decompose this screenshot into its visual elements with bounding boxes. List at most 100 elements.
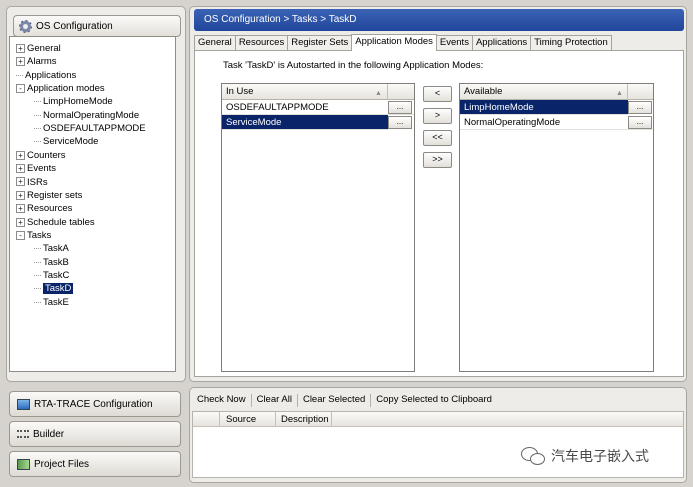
tree-item-label: TaskB: [43, 256, 69, 268]
tab-resources[interactable]: Resources: [234, 35, 289, 51]
tree-item[interactable]: + Register sets: [16, 189, 82, 202]
clear-selected-button[interactable]: Clear Selected: [298, 392, 370, 408]
tree-item[interactable]: + General: [16, 42, 61, 55]
wechat-icon: [521, 447, 545, 465]
watermark: 汽车电子嵌入式: [521, 446, 649, 466]
tree-item[interactable]: + Counters: [16, 149, 66, 162]
tree-item-label: LimpHomeMode: [43, 96, 113, 108]
move-left-button[interactable]: <: [423, 86, 452, 102]
check-now-button[interactable]: Check Now: [192, 392, 251, 408]
tree-item-label: Resources: [27, 203, 73, 215]
tab-strip: General Resources Register Sets Applicat…: [194, 34, 612, 51]
expand-icon[interactable]: +: [16, 57, 25, 67]
column-divider: [331, 412, 332, 427]
autostart-description: Task 'TaskD' is Autostarted in the follo…: [223, 60, 484, 71]
left-header-label: OS Configuration: [36, 20, 113, 32]
tree-item[interactable]: TaskA: [34, 242, 69, 255]
in-use-header-label: In Use: [226, 86, 254, 97]
tab-register-sets[interactable]: Register Sets: [287, 35, 353, 51]
tree-item[interactable]: TaskC: [34, 269, 69, 282]
configuration-tree[interactable]: + General + Alarms Applications - Application …: [9, 36, 176, 372]
collapse-icon[interactable]: -: [16, 84, 25, 94]
in-use-row[interactable]: OSDEFAULTAPPMODE ...: [222, 100, 414, 115]
tree-item-label: Alarms: [27, 56, 57, 68]
tab-timing-protection[interactable]: Timing Protection: [530, 35, 612, 51]
tree-item[interactable]: LimpHomeMode: [34, 95, 113, 108]
tree-item[interactable]: + ISRs: [16, 176, 48, 189]
tree-item[interactable]: NormalOperatingMode: [34, 109, 139, 122]
expand-icon[interactable]: +: [16, 190, 25, 200]
watermark-text: 汽车电子嵌入式: [551, 448, 649, 464]
tree-item[interactable]: TaskE: [34, 296, 69, 309]
tree-item[interactable]: + Alarms: [16, 55, 57, 68]
results-grid-header: Source Description: [193, 412, 683, 427]
tree-item-label: Applications: [25, 69, 77, 81]
in-use-list[interactable]: In Use ▲ OSDEFAULTAPPMODE ... ServiceMod…: [221, 83, 415, 372]
tree-connector: [34, 128, 41, 130]
tree-item[interactable]: + Schedule tables: [16, 216, 95, 229]
tree-item[interactable]: + Resources: [16, 202, 72, 215]
tree-connector: [34, 301, 41, 303]
tab-general[interactable]: General: [194, 35, 236, 51]
available-header[interactable]: Available ▲: [460, 84, 653, 100]
tree-item[interactable]: - Tasks: [16, 229, 51, 242]
tree-connector: [34, 101, 41, 103]
tree-connector: [34, 261, 41, 263]
files-icon: [17, 458, 30, 470]
tree-item-label: ServiceMode: [43, 136, 99, 148]
tree-item[interactable]: - Application modes: [16, 82, 105, 95]
ellipsis-button[interactable]: ...: [388, 101, 412, 114]
tree-item-label: Schedule tables: [27, 216, 95, 228]
builder-button[interactable]: Builder: [9, 421, 181, 447]
expand-icon[interactable]: +: [16, 177, 25, 187]
tab-events[interactable]: Events: [435, 35, 473, 51]
column-divider: [387, 84, 388, 100]
nav-label: Builder: [33, 428, 65, 440]
tree-item[interactable]: Applications: [16, 69, 76, 82]
row-label: LimpHomeMode: [464, 102, 534, 113]
copy-selected-button[interactable]: Copy Selected to Clipboard: [371, 392, 497, 408]
tree-item-label: Counters: [27, 149, 66, 161]
collapse-icon[interactable]: -: [16, 230, 25, 240]
in-use-row[interactable]: ServiceMode: [222, 115, 388, 130]
expand-icon[interactable]: +: [16, 150, 25, 160]
tree-connector: [34, 288, 41, 290]
tree-item[interactable]: ServiceMode: [34, 135, 98, 148]
tree-item[interactable]: + Events: [16, 162, 56, 175]
tree-connector: [34, 248, 41, 250]
expand-icon[interactable]: +: [16, 217, 25, 227]
tree-item[interactable]: TaskD: [34, 282, 74, 295]
ellipsis-button[interactable]: ...: [628, 116, 652, 129]
project-files-button[interactable]: Project Files: [9, 451, 181, 477]
check-toolbar: Check Now Clear All Clear Selected Copy …: [192, 391, 497, 409]
ellipsis-button[interactable]: ...: [388, 116, 412, 129]
source-column-header[interactable]: Source: [226, 412, 256, 427]
available-row[interactable]: LimpHomeMode: [460, 100, 628, 115]
available-list[interactable]: Available ▲ LimpHomeMode ... NormalOpera…: [459, 83, 654, 372]
tree-item-label: Application modes: [27, 83, 105, 95]
tree-item-label: TaskD: [43, 283, 74, 295]
expand-icon[interactable]: +: [16, 43, 25, 53]
ellipsis-button[interactable]: ...: [628, 101, 652, 114]
os-configuration-header[interactable]: OS Configuration: [13, 15, 181, 37]
rta-trace-configuration-button[interactable]: RTA-TRACE Configuration: [9, 391, 181, 417]
move-right-button[interactable]: >: [423, 108, 452, 124]
expand-icon[interactable]: +: [16, 164, 25, 174]
move-all-right-button[interactable]: >>: [423, 152, 452, 168]
available-row[interactable]: NormalOperatingMode ...: [460, 115, 653, 130]
column-divider: [219, 412, 220, 427]
move-all-left-button[interactable]: <<: [423, 130, 452, 146]
tab-application-modes[interactable]: Application Modes: [351, 34, 437, 51]
tree-item-label: OSDEFAULTAPPMODE: [43, 123, 146, 135]
expand-icon[interactable]: +: [16, 204, 25, 214]
in-use-header[interactable]: In Use ▲: [222, 84, 414, 100]
tree-item-label: TaskA: [43, 243, 69, 255]
tree-item[interactable]: OSDEFAULTAPPMODE: [34, 122, 146, 135]
tree-item[interactable]: TaskB: [34, 256, 69, 269]
builder-icon: [17, 430, 29, 438]
description-column-header[interactable]: Description: [281, 412, 329, 427]
tree-item-label: General: [27, 43, 61, 54]
tab-applications[interactable]: Applications: [471, 35, 532, 51]
clear-all-button[interactable]: Clear All: [252, 392, 297, 408]
results-grid[interactable]: Source Description: [192, 411, 684, 478]
